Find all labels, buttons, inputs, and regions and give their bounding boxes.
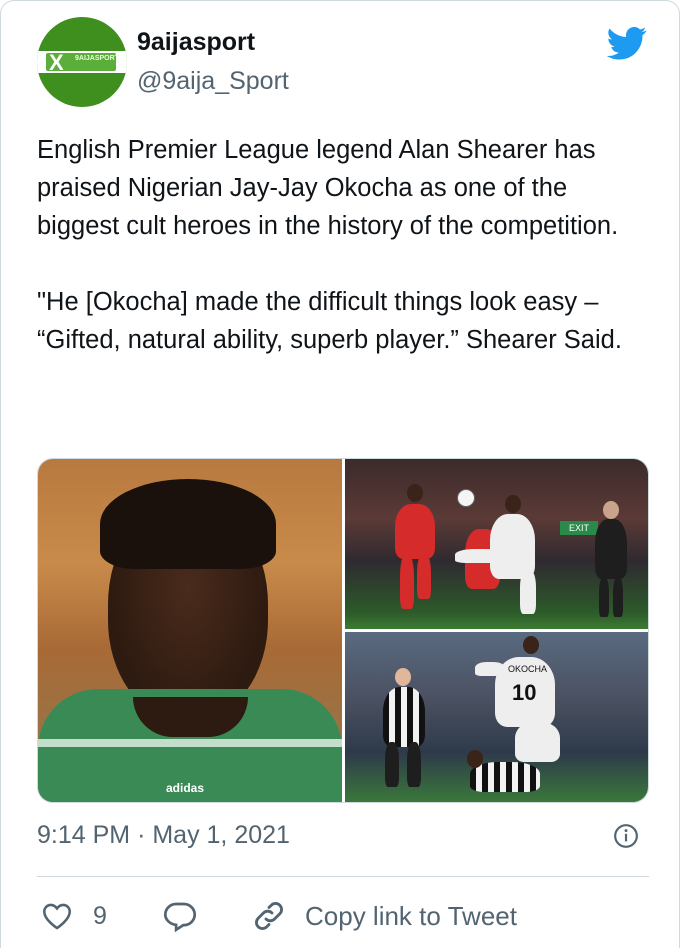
heart-icon <box>42 903 72 930</box>
jersey-number: 10 <box>512 680 537 705</box>
jersey-name: OKOCHA <box>508 664 548 674</box>
tweet-date: May 1, 2021 <box>152 821 290 849</box>
timestamp[interactable]: 9:14 PM · May 1, 2021 <box>37 821 290 850</box>
like-button[interactable]: 9 <box>39 896 107 936</box>
twitter-bird-icon[interactable] <box>603 23 651 63</box>
link-icon <box>255 902 283 930</box>
reply-icon <box>163 902 197 933</box>
like-count: 9 <box>93 901 107 930</box>
divider <box>37 876 649 877</box>
photo-match-action-1[interactable]: EXIT <box>345 459 648 629</box>
user-handle[interactable]: @9aija_Sport <box>137 67 289 96</box>
copy-link-label: Copy link to Tweet <box>305 900 517 931</box>
media-grid[interactable]: adidas EXIT 10 OKOCHA <box>37 458 649 803</box>
photo-portrait[interactable]: adidas <box>38 459 342 802</box>
tweet-card: X 9AIJASPORT 9aijasport @9aija_Sport Eng… <box>0 0 680 948</box>
display-name[interactable]: 9aijasport <box>137 28 255 57</box>
shirt-brand: adidas <box>166 781 205 795</box>
tweet-time: 9:14 PM <box>37 821 131 849</box>
copy-link-button[interactable]: Copy link to Tweet <box>251 896 517 936</box>
info-icon[interactable] <box>613 823 639 849</box>
photo-match-action-2[interactable]: 10 OKOCHA <box>345 632 648 802</box>
exit-sign: EXIT <box>560 521 598 535</box>
reply-button[interactable] <box>161 896 199 936</box>
avatar[interactable]: X 9AIJASPORT <box>37 17 127 107</box>
tweet-text: English Premier League legend Alan Shear… <box>37 136 622 354</box>
